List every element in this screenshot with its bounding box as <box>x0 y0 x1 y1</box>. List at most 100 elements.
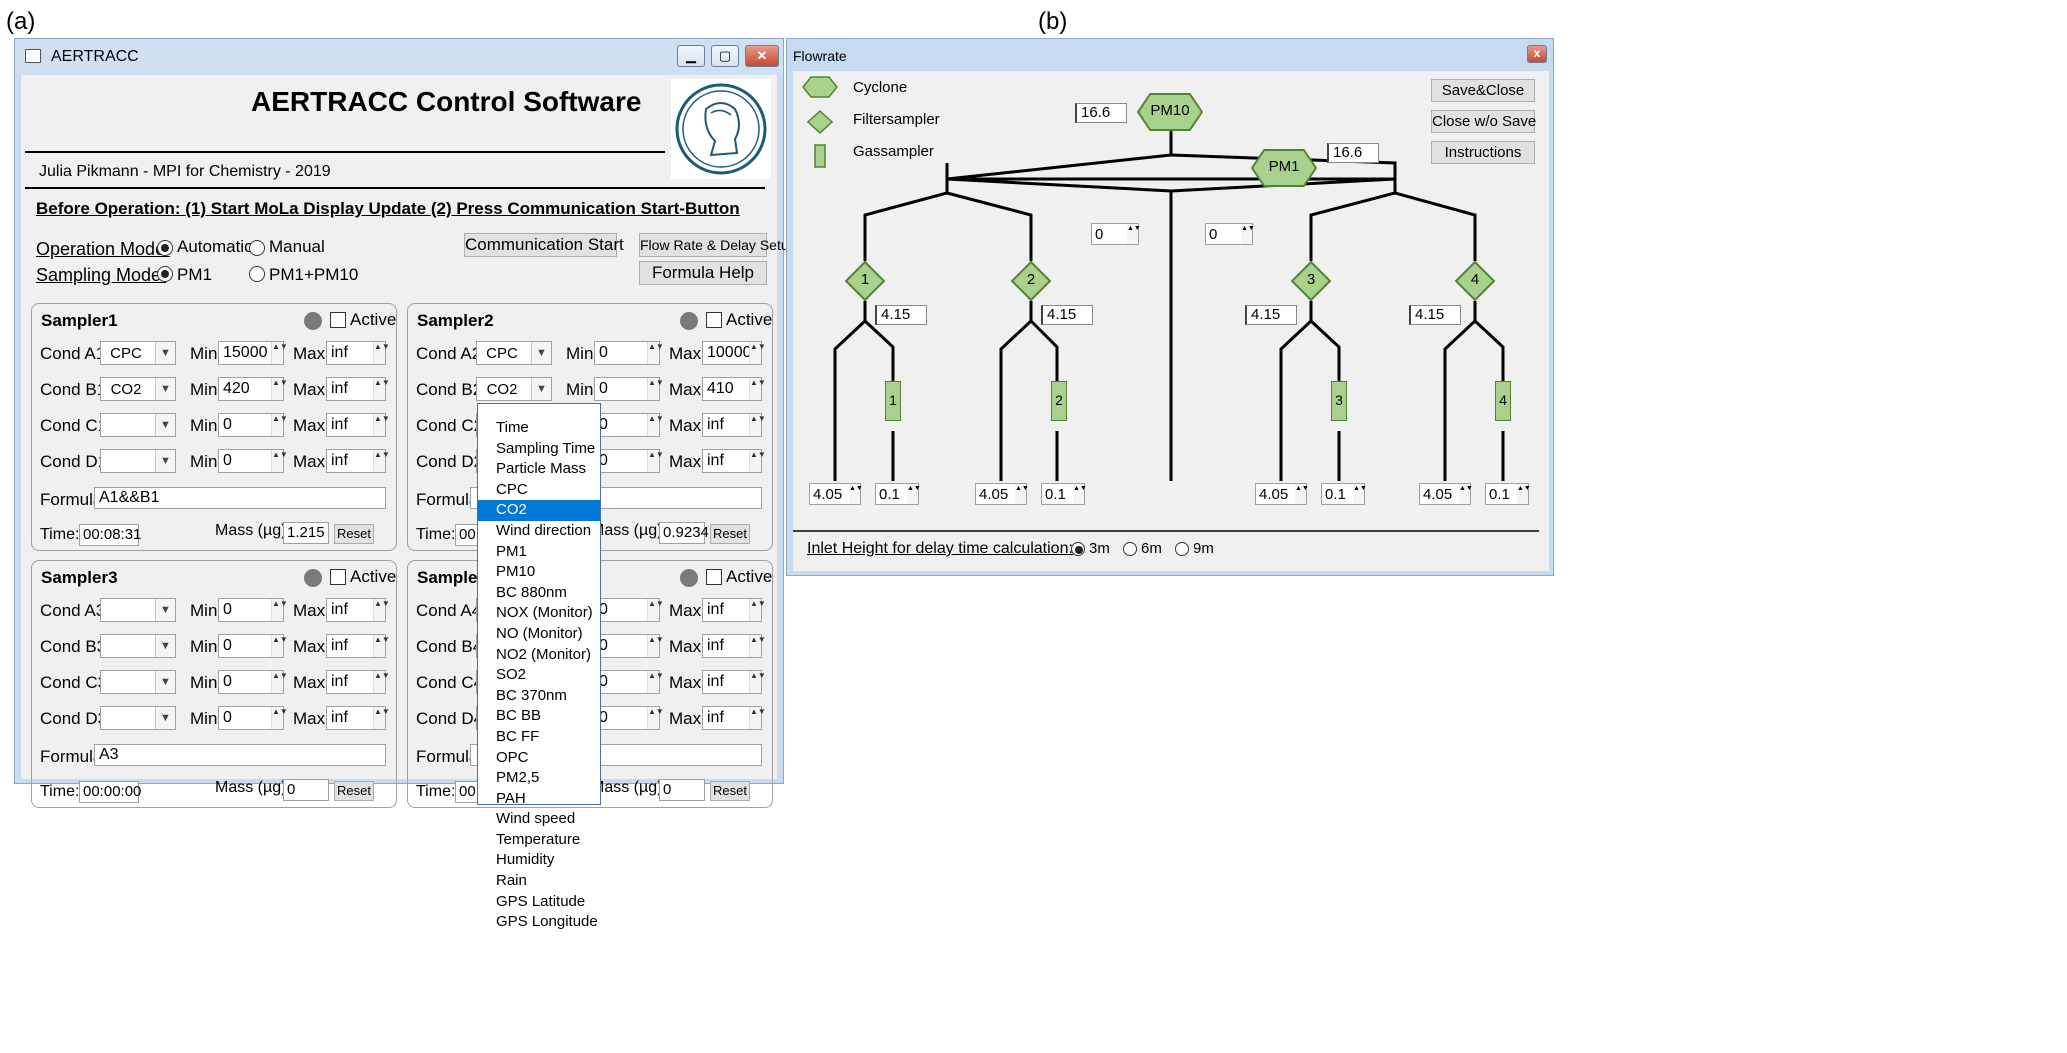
maximize-button[interactable]: ▢ <box>711 45 739 67</box>
spin-arrows-icon[interactable]: ▲▼ <box>1241 224 1255 244</box>
cond-combobox[interactable]: CPC ▼ <box>100 341 176 365</box>
radio-manual[interactable] <box>249 240 265 256</box>
chevron-down-icon[interactable]: ▼ <box>155 342 175 364</box>
min-spinbox[interactable]: 0 ▲▼ <box>594 598 664 622</box>
spin-arrows-icon[interactable]: ▲▼ <box>647 635 664 657</box>
spin-arrows-icon[interactable]: ▲▼ <box>907 484 921 504</box>
min-spinbox[interactable]: 0 ▲▼ <box>218 449 288 473</box>
spin-arrows-icon[interactable]: ▲▼ <box>1517 484 1531 504</box>
chevron-down-icon[interactable]: ▼ <box>155 599 175 621</box>
minimize-button[interactable]: ▁ <box>677 45 705 67</box>
min-spinbox[interactable]: 0 ▲▼ <box>218 706 288 730</box>
chevron-down-icon[interactable]: ▼ <box>155 450 175 472</box>
max-spinbox[interactable]: inf ▲▼ <box>702 413 766 437</box>
radio-pm1[interactable] <box>157 266 173 282</box>
dropdown-option[interactable]: NO2 (Monitor) <box>478 645 600 666</box>
spin-arrows-icon[interactable]: ▲▼ <box>647 450 664 472</box>
spin-arrows-icon[interactable]: ▲▼ <box>849 484 863 504</box>
communication-start-button[interactable]: Communication Start <box>464 233 624 257</box>
flow-rate-setup-button[interactable]: Flow Rate & Delay Setup <box>639 233 796 257</box>
dropdown-option[interactable]: Temperature <box>478 830 600 851</box>
spin-arrows-icon[interactable]: ▲▼ <box>647 707 664 729</box>
min-spinbox[interactable]: 0 ▲▼ <box>218 598 288 622</box>
filter-flow-spinbox[interactable]: 4.05 ▲▼ <box>1255 483 1309 505</box>
spin-arrows-icon[interactable]: ▲▼ <box>749 671 766 693</box>
gas-flow-spinbox[interactable]: 0.1 ▲▼ <box>1041 483 1087 505</box>
spin-arrows-icon[interactable]: ▲▼ <box>271 342 288 364</box>
spin-arrows-icon[interactable]: ▲▼ <box>647 414 664 436</box>
max-spinbox[interactable]: inf ▲▼ <box>326 598 390 622</box>
cond-dropdown-list[interactable]: Time Sampling Time Particle Mass CPC CO2 Wind… <box>477 403 601 930</box>
min-spinbox[interactable]: 0 ▲▼ <box>594 413 664 437</box>
cond-combobox[interactable]: ▼ <box>100 670 176 694</box>
radio-automatic[interactable] <box>157 240 173 256</box>
dropdown-option[interactable]: BC BB <box>478 706 600 727</box>
dropdown-option[interactable]: Sampling Time <box>478 439 600 460</box>
inlet-radio[interactable] <box>1123 542 1137 556</box>
dropdown-option[interactable]: PAH <box>478 789 600 810</box>
spin-arrows-icon[interactable]: ▲▼ <box>749 450 766 472</box>
spin-arrows-icon[interactable]: ▲▼ <box>373 414 390 436</box>
max-spinbox[interactable]: inf ▲▼ <box>326 670 390 694</box>
chevron-down-icon[interactable]: ▼ <box>155 707 175 729</box>
spin-arrows-icon[interactable]: ▲▼ <box>749 707 766 729</box>
dropdown-option[interactable]: Particle Mass <box>478 459 600 480</box>
spin-arrows-icon[interactable]: ▲▼ <box>271 414 288 436</box>
spin-arrows-icon[interactable]: ▲▼ <box>749 378 766 400</box>
gas-flow-spinbox[interactable]: 0.1 ▲▼ <box>875 483 921 505</box>
spin-arrows-icon[interactable]: ▲▼ <box>647 671 664 693</box>
max-spinbox[interactable]: inf ▲▼ <box>326 634 390 658</box>
spin-arrows-icon[interactable]: ▲▼ <box>373 635 390 657</box>
min-spinbox[interactable]: 0 ▲▼ <box>594 706 664 730</box>
spin-arrows-icon[interactable]: ▲▼ <box>1353 484 1367 504</box>
spin-arrows-icon[interactable]: ▲▼ <box>1295 484 1309 504</box>
spin-arrows-icon[interactable]: ▲▼ <box>647 378 664 400</box>
spin-arrows-icon[interactable]: ▲▼ <box>1015 484 1029 504</box>
spin-arrows-icon[interactable]: ▲▼ <box>1127 224 1141 244</box>
min-spinbox[interactable]: 0 ▲▼ <box>594 670 664 694</box>
spin-arrows-icon[interactable]: ▲▼ <box>271 635 288 657</box>
spin-arrows-icon[interactable]: ▲▼ <box>373 599 390 621</box>
dropdown-option[interactable]: PM2,5 <box>478 768 600 789</box>
dropdown-option[interactable]: Wind direction <box>478 521 600 542</box>
spin-arrows-icon[interactable]: ▲▼ <box>647 342 664 364</box>
inlet-radio[interactable] <box>1175 542 1189 556</box>
dropdown-option[interactable]: GPS Latitude <box>478 892 600 913</box>
spin-arrows-icon[interactable]: ▲▼ <box>1073 484 1087 504</box>
dropdown-option[interactable]: SO2 <box>478 665 600 686</box>
formula-input[interactable]: A1&&B1 <box>94 487 386 509</box>
dropdown-option[interactable]: NO (Monitor) <box>478 624 600 645</box>
spin-arrows-icon[interactable]: ▲▼ <box>1459 484 1473 504</box>
min-spinbox[interactable]: 0 ▲▼ <box>218 413 288 437</box>
filter-flow-spinbox[interactable]: 4.05 ▲▼ <box>1419 483 1473 505</box>
active-checkbox[interactable] <box>330 569 346 585</box>
cond-combobox[interactable]: ▼ <box>100 449 176 473</box>
flowrate-button[interactable]: Save&Close <box>1431 79 1535 102</box>
max-spinbox[interactable]: 10000 ▲▼ <box>702 341 766 365</box>
active-checkbox[interactable] <box>706 569 722 585</box>
max-spinbox[interactable]: inf ▲▼ <box>326 341 390 365</box>
max-spinbox[interactable]: inf ▲▼ <box>326 706 390 730</box>
chevron-down-icon[interactable]: ▼ <box>155 671 175 693</box>
active-checkbox[interactable] <box>706 312 722 328</box>
min-spinbox[interactable]: 15000 ▲▼ <box>218 341 288 365</box>
reset-button[interactable]: Reset <box>710 781 750 801</box>
spin-arrows-icon[interactable]: ▲▼ <box>271 450 288 472</box>
spin-arrows-icon[interactable]: ▲▼ <box>749 414 766 436</box>
cond-combobox[interactable]: ▼ <box>100 706 176 730</box>
inlet-radio[interactable] <box>1071 542 1085 556</box>
dropdown-option[interactable]: PM1 <box>478 542 600 563</box>
spin-arrows-icon[interactable]: ▲▼ <box>749 342 766 364</box>
reset-button[interactable]: Reset <box>334 524 374 544</box>
min-spinbox[interactable]: 0 ▲▼ <box>594 377 664 401</box>
dropdown-option[interactable]: BC FF <box>478 727 600 748</box>
gas-flow-spinbox[interactable]: 0.1 ▲▼ <box>1485 483 1531 505</box>
flowrate-button[interactable]: Instructions <box>1431 141 1535 164</box>
max-spinbox[interactable]: inf ▲▼ <box>702 670 766 694</box>
max-spinbox[interactable]: inf ▲▼ <box>702 449 766 473</box>
spin-arrows-icon[interactable]: ▲▼ <box>749 635 766 657</box>
dropdown-option[interactable]: BC 880nm <box>478 583 600 604</box>
spin-arrows-icon[interactable]: ▲▼ <box>749 599 766 621</box>
dropdown-option[interactable]: GPS Longitude <box>478 912 600 933</box>
chevron-down-icon[interactable]: ▼ <box>531 342 551 364</box>
